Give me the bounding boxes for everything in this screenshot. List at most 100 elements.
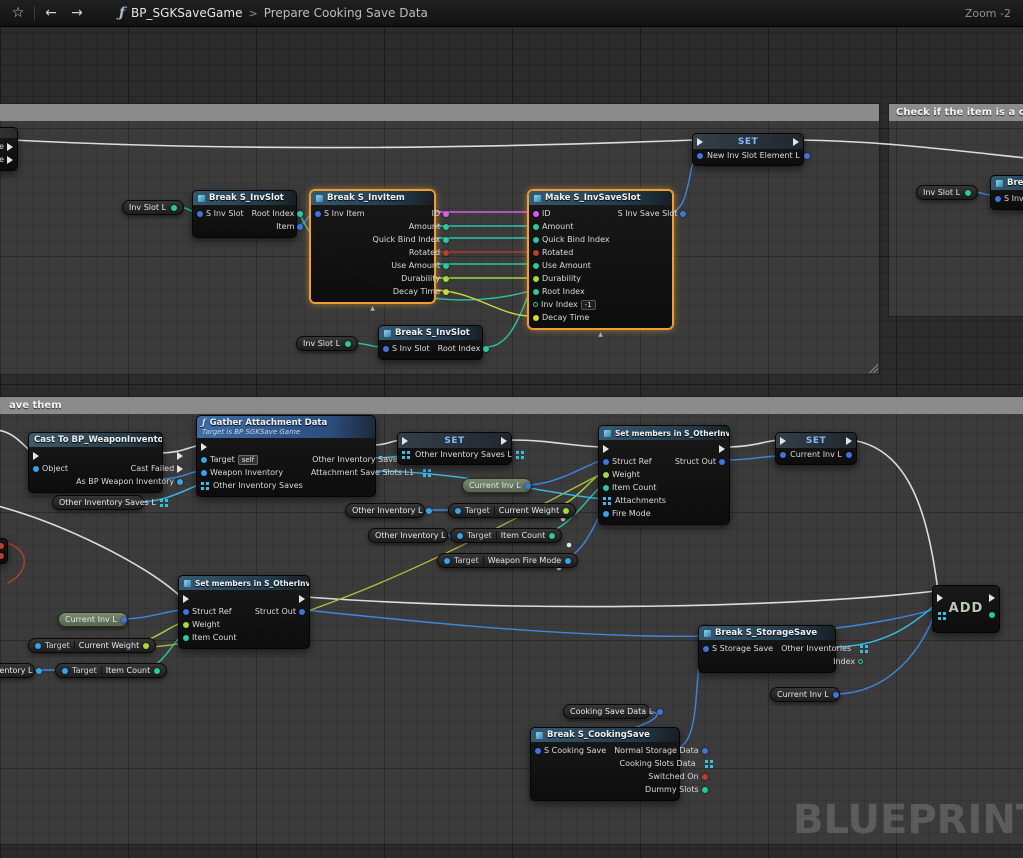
comment-box-check-item[interactable]: Check if the item is a c [888, 103, 1023, 317]
collapse-arrow-icon[interactable]: ▲ [529, 331, 672, 338]
node-gather-attachment-data[interactable]: ƒ Gather Attachment Data Target is BP SG… [196, 415, 376, 497]
pin-rotated[interactable]: Rotated [529, 246, 577, 259]
pin-struct-out[interactable]: Struct Out [251, 605, 309, 618]
exec-out-icon[interactable] [501, 437, 507, 445]
back-icon[interactable]: ← [41, 3, 61, 23]
var-get-other-inventory-l-partial[interactable]: Other Inventory L [0, 663, 35, 678]
pin-item-count[interactable]: Item Count [179, 631, 241, 644]
node-break-s-storagesave[interactable]: Break S_StorageSave S Storage Save Other… [698, 625, 836, 673]
get-current-weight-2[interactable]: Target Current Weight [28, 638, 156, 653]
pin-cooking-slots-data[interactable]: Cooking Slots Data [616, 757, 712, 770]
pin-struct-ref[interactable]: Struct Ref [599, 455, 656, 468]
pin-false[interactable]: False [0, 153, 17, 166]
get-item-count-2[interactable]: Target Item Count [55, 663, 167, 678]
pin-quick-bind-index[interactable]: Quick Bind Index [529, 233, 614, 246]
node-break-s-cookingsave[interactable]: Break S_CookingSave S Cooking Save Norma… [530, 727, 680, 801]
node-cast-to-bp-weaponinventory[interactable]: Cast To BP_WeaponInventory Object Cast F… [28, 432, 163, 493]
pin-default-value[interactable]: -1 [581, 300, 596, 310]
node-set-members-otherinvsaves-1[interactable]: Set members in S_OtherInvSaves Struct Re… [598, 425, 730, 525]
pin-struct-out[interactable]: Struct Out [671, 455, 729, 468]
exec-out-pin[interactable] [715, 442, 729, 455]
pin-item[interactable]: Item [272, 220, 307, 233]
pin-weapon-inventory[interactable]: Weapon Inventory [197, 466, 287, 479]
pin-attachments[interactable]: Attachments [599, 494, 670, 507]
get-current-weight-1[interactable]: Target Current Weight [448, 503, 576, 518]
var-get-inv-slot-l-2[interactable]: Inv Slot L [296, 336, 358, 351]
pin-amount[interactable]: Amount [405, 220, 453, 233]
var-get-other-inventory-l-1[interactable]: Other Inventory L [345, 503, 425, 518]
pin-index[interactable]: Index [829, 655, 867, 668]
var-get-inv-slot-l-3[interactable]: Inv Slot L [916, 185, 978, 200]
breadcrumb-graph-name[interactable]: Prepare Cooking Save Data [264, 6, 428, 20]
pin-root-index[interactable]: Root Index [529, 285, 589, 298]
breadcrumb-blueprint-name[interactable]: BP_SGKSaveGame [131, 6, 242, 20]
pin-s-inv-item[interactable]: S Inv Item [311, 207, 369, 220]
node-add[interactable]: ADD [932, 585, 1000, 633]
pin-default-value[interactable]: self [238, 455, 258, 465]
pin-id[interactable]: ID [428, 207, 454, 220]
variable-pin-row[interactable]: Current Inv L [776, 448, 856, 464]
graph-canvas[interactable]: Check if the item is a c ave them BLUEPR… [0, 0, 1023, 858]
node-set-new-inv-slot-element[interactable]: SET New Inv Slot Element L [692, 133, 804, 166]
pin-s-inv-save-slot[interactable]: S Inv Save Slot [614, 207, 691, 220]
exec-in-pin[interactable] [29, 449, 43, 462]
pin-item-count[interactable]: Item Count [599, 481, 661, 494]
pin-s-inv-slot[interactable]: S Inv Slot [193, 207, 248, 220]
pin-s-cooking-save[interactable]: S Cooking Save [531, 744, 610, 757]
favorite-star-icon[interactable]: ☆ [8, 3, 28, 23]
var-get-current-inv-l-3[interactable]: Current Inv L [770, 687, 840, 702]
pin-attachment-save-slots-l1[interactable]: Attachment Save Slots L1 [307, 466, 430, 479]
pin-true[interactable]: True [0, 140, 17, 153]
pin-as-bp-weapon-inventory[interactable]: As BP Weapon Inventory [72, 475, 187, 488]
node-partial-left[interactable] [0, 538, 8, 564]
exec-out-pin[interactable] [295, 592, 309, 605]
pin-dummy-slots[interactable]: Dummy Slots [641, 783, 712, 796]
pin-root-index[interactable]: Root Index [434, 342, 494, 355]
node-make-s-invsaveslot[interactable]: Make S_InvSaveSlot ID Amount Quick Bind … [528, 190, 673, 329]
exec-in-pin[interactable] [197, 440, 211, 453]
pin-inv-index[interactable]: Inv Index -1 [529, 298, 600, 311]
pin-weight[interactable]: Weight [179, 618, 224, 631]
comment-resize-handle[interactable] [867, 362, 878, 373]
node-break-s-invslot-1[interactable]: Break S_InvSlot S Inv Slot Root Index It… [192, 190, 297, 238]
pin-s-storage-save[interactable]: S Storage Save [699, 642, 777, 655]
pin-use-amount[interactable]: Use Amount [387, 259, 453, 272]
exec-out-icon[interactable] [793, 138, 799, 146]
pin-dot[interactable] [0, 553, 4, 559]
var-get-cooking-save-data-l[interactable]: Cooking Save Data L [563, 704, 650, 719]
pin-id[interactable]: ID [529, 207, 555, 220]
collapse-arrow-icon[interactable]: ▲ [311, 305, 434, 312]
var-get-other-inventory-l-2[interactable]: Other Inventory L [368, 528, 448, 543]
node-branch-partial[interactable]: True False [0, 127, 18, 171]
pin-struct-ref[interactable]: Struct Ref [179, 605, 236, 618]
pin-rotated[interactable]: Rotated [405, 246, 453, 259]
pin-dot[interactable] [0, 543, 4, 549]
pin-switched-on[interactable]: Switched On [644, 770, 711, 783]
pin-other-inventories[interactable]: Other Inventories [777, 642, 867, 655]
pin-weight[interactable]: Weight [599, 468, 644, 481]
exec-out-pin[interactable] [173, 449, 187, 462]
pin-object[interactable]: Object [29, 462, 72, 475]
pin-s-inv-slot[interactable]: S Inv Slot [379, 342, 434, 355]
node-break-s-invitem[interactable]: Break S_InvItem S Inv Item ID Amount [310, 190, 435, 303]
var-get-inv-slot-l-1[interactable]: Inv Slot L [122, 200, 184, 215]
pin-decay-time[interactable]: Decay Time [529, 311, 593, 324]
node-set-other-inventory-saves[interactable]: SET Other Inventory Saves L [397, 432, 512, 465]
pin-root-index[interactable]: Root Index [248, 207, 308, 220]
var-get-other-inventory-saves-l[interactable]: Other Inventory Saves L [52, 495, 144, 510]
node-break-s-invslot-2[interactable]: Break S_InvSlot S Inv Slot Root Index [378, 325, 483, 360]
variable-pin-row[interactable]: New Inv Slot Element L [693, 149, 803, 165]
pin-use-amount[interactable]: Use Amount [529, 259, 595, 272]
variable-pin-row[interactable]: Other Inventory Saves L [398, 448, 511, 464]
forward-icon[interactable]: → [67, 3, 87, 23]
pin-normal-storage-data[interactable]: Normal Storage Data [610, 744, 711, 757]
pin-durability[interactable]: Durability [397, 272, 453, 285]
node-set-members-otherinvsaves-2[interactable]: Set members in S_OtherInvSaves Struct Re… [178, 575, 310, 649]
pin-target[interactable]: Target self [197, 453, 262, 466]
get-item-count-1[interactable]: Target Item Count [450, 528, 562, 543]
node-set-current-inv[interactable]: SET Current Inv L [775, 432, 857, 465]
exec-in-pin[interactable] [599, 442, 613, 455]
pin-durability[interactable]: Durability [529, 272, 585, 285]
var-get-current-inv-l-1[interactable]: Current Inv L [462, 478, 532, 493]
exec-out-icon[interactable] [846, 437, 852, 445]
